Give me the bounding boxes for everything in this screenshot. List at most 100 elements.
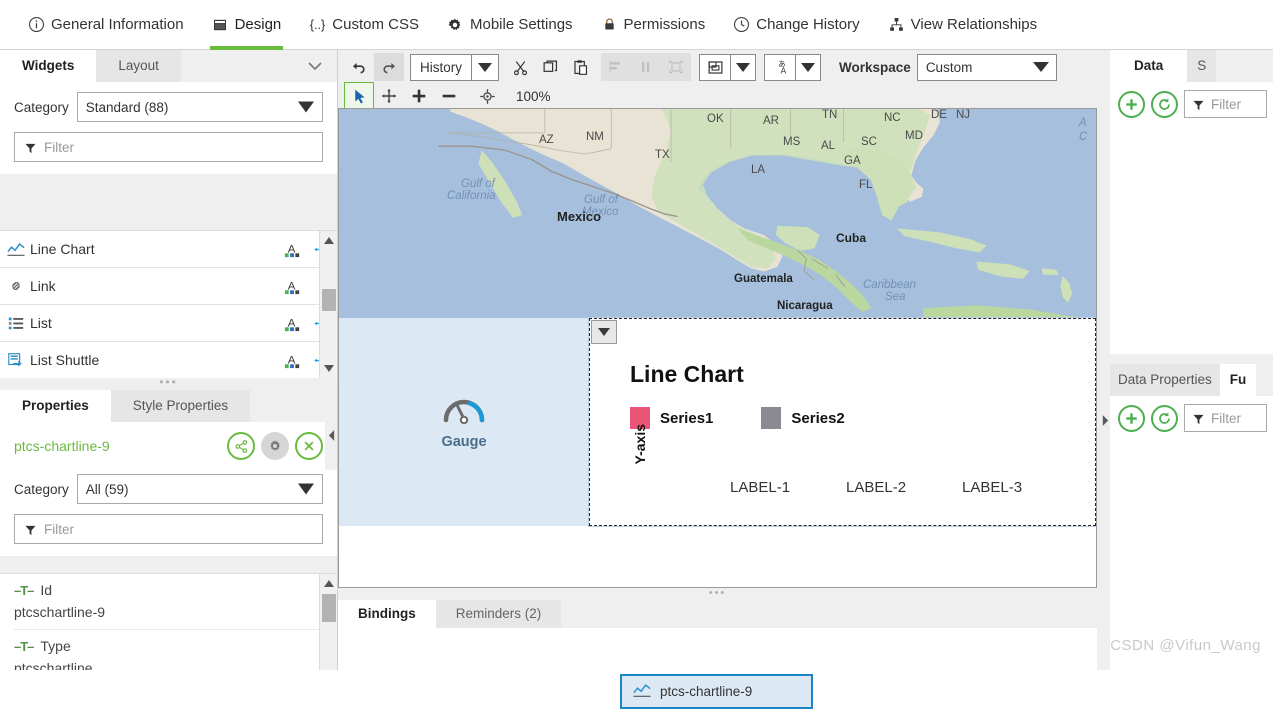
tab-bindings[interactable]: Bindings bbox=[338, 600, 436, 628]
property-key: Id bbox=[40, 582, 52, 598]
property-key-row: –T– Type bbox=[14, 638, 323, 654]
property-value[interactable]: ptcschartline-9 bbox=[14, 598, 323, 630]
history-label: History bbox=[411, 55, 471, 80]
legend-label-series1: Series1 bbox=[660, 410, 713, 427]
binding-chip-ptcs-chartline[interactable]: ptcs-chartline-9 bbox=[620, 674, 813, 709]
nav-tab-view-relationships[interactable]: View Relationships bbox=[874, 0, 1051, 50]
gauge-widget[interactable]: Gauge bbox=[339, 318, 589, 526]
widget-category-label: Category bbox=[14, 100, 69, 115]
scroll-up-icon[interactable] bbox=[323, 578, 335, 590]
workspace-select[interactable]: Custom bbox=[917, 54, 1057, 81]
design-canvas[interactable]: AZ NM OK AR TN NC DE NJ MD MS AL SC TX G… bbox=[338, 108, 1097, 588]
data-filter-input[interactable]: Filter bbox=[1184, 90, 1267, 118]
widget-list-scrollbar[interactable] bbox=[319, 231, 337, 378]
tab-reminders[interactable]: Reminders (2) bbox=[436, 600, 562, 628]
property-filter-input[interactable]: Filter bbox=[14, 514, 323, 544]
nav-tab-change-history[interactable]: Change History bbox=[719, 0, 873, 50]
refresh-property-button[interactable] bbox=[1151, 405, 1178, 432]
add-data-button[interactable] bbox=[1118, 91, 1145, 118]
zoom-out-button[interactable] bbox=[434, 82, 464, 110]
cut-button[interactable] bbox=[505, 53, 535, 81]
pan-tool-button[interactable] bbox=[374, 82, 404, 110]
tab-properties[interactable]: Properties bbox=[0, 390, 111, 422]
language-button[interactable]: あA bbox=[764, 54, 821, 81]
chevron-down-icon[interactable] bbox=[730, 55, 755, 80]
tab-data[interactable]: Data bbox=[1110, 50, 1187, 82]
bindings-canvas[interactable]: ptcs-chartline-9 bbox=[338, 628, 1097, 720]
chart-widget-dropdown-button[interactable] bbox=[591, 320, 617, 344]
property-category-value: All (59) bbox=[86, 482, 129, 497]
select-tool-button[interactable] bbox=[344, 82, 374, 110]
data-list-area[interactable] bbox=[1110, 126, 1273, 354]
scroll-up-icon[interactable] bbox=[323, 235, 335, 247]
widget-item-link[interactable]: Link A bbox=[0, 268, 337, 305]
tab-services[interactable]: S bbox=[1187, 50, 1216, 82]
properties-filter-area: Category All (59) Filter bbox=[0, 460, 337, 556]
tab-functions[interactable]: Fu bbox=[1220, 364, 1257, 396]
bindings-tabstrip: Bindings Reminders (2) bbox=[338, 600, 1097, 628]
nav-tab-permissions[interactable]: Permissions bbox=[587, 0, 720, 50]
undo-icon[interactable] bbox=[344, 53, 374, 81]
widget-item-list-shuttle[interactable]: List Shuttle A bbox=[0, 342, 337, 378]
nav-tab-general-information[interactable]: General Information bbox=[0, 0, 198, 50]
widget-filter-input[interactable]: Filter bbox=[14, 132, 323, 162]
scroll-down-icon[interactable] bbox=[323, 362, 335, 374]
align-button bbox=[601, 53, 631, 81]
tab-widgets[interactable]: Widgets bbox=[0, 50, 96, 82]
copy-button[interactable] bbox=[535, 53, 565, 81]
nav-tab-design[interactable]: Design bbox=[198, 0, 296, 50]
settings-button[interactable] bbox=[261, 432, 289, 460]
panel-collapse-handle[interactable] bbox=[325, 400, 337, 470]
nav-tab-custom-css[interactable]: {..} Custom CSS bbox=[295, 0, 433, 50]
zoom-in-button[interactable] bbox=[404, 82, 434, 110]
paste-button[interactable] bbox=[565, 53, 595, 81]
scrollbar-thumb[interactable] bbox=[322, 289, 336, 311]
chevron-down-icon[interactable] bbox=[305, 56, 325, 76]
refresh-data-button[interactable] bbox=[1151, 91, 1178, 118]
scrollbar-thumb[interactable] bbox=[322, 594, 336, 622]
data-panel-body: Filter bbox=[1110, 82, 1273, 126]
redo-icon[interactable] bbox=[374, 53, 404, 81]
recenter-button[interactable] bbox=[472, 82, 502, 110]
property-filter-input[interactable]: Filter bbox=[1184, 404, 1267, 432]
widget-item-line-chart[interactable]: Line Chart A bbox=[0, 231, 337, 268]
delete-button[interactable] bbox=[295, 432, 323, 460]
map-widget[interactable]: AZ NM OK AR TN NC DE NJ MD MS AL SC TX G… bbox=[339, 109, 1096, 318]
legend-label-series2: Series2 bbox=[791, 410, 844, 427]
widget-item-label: Link bbox=[30, 278, 279, 294]
link-icon bbox=[2, 277, 30, 295]
list-shuttle-icon bbox=[2, 351, 30, 369]
property-row-id: –T– Id ptcschartline-9 bbox=[0, 574, 337, 630]
chart-x-tick: LABEL-2 bbox=[846, 479, 906, 496]
property-category-select[interactable]: All (59) bbox=[77, 474, 323, 504]
chevron-down-icon[interactable] bbox=[795, 55, 820, 80]
data-tabstrip: Data S bbox=[1100, 50, 1273, 82]
tab-style-properties[interactable]: Style Properties bbox=[111, 390, 250, 422]
line-chart-widget[interactable]: Line Chart Series1 Series2 Y-axis LABEL-… bbox=[589, 318, 1096, 526]
property-value[interactable]: ptcschartline bbox=[14, 654, 323, 670]
nav-tab-label: Design bbox=[235, 16, 282, 33]
chevron-down-icon[interactable] bbox=[471, 55, 498, 80]
chart-x-tick: LABEL-3 bbox=[962, 479, 1022, 496]
history-dropdown[interactable]: History bbox=[410, 54, 499, 81]
property-row-type: –T– Type ptcschartline bbox=[0, 630, 337, 670]
tab-data-properties[interactable]: Data Properties bbox=[1110, 364, 1220, 396]
svg-text:{..}: {..} bbox=[310, 17, 326, 32]
widget-category-select[interactable]: Standard (88) bbox=[77, 92, 323, 122]
nav-tab-mobile-settings[interactable]: Mobile Settings bbox=[433, 0, 587, 50]
right-panel-expand-handle[interactable] bbox=[1100, 380, 1110, 460]
filter-icon bbox=[25, 142, 36, 153]
filter-icon bbox=[1193, 99, 1204, 110]
tab-layout[interactable]: Layout bbox=[96, 50, 181, 82]
property-list-scrollbar[interactable] bbox=[319, 574, 337, 670]
layout-icon bbox=[212, 16, 229, 33]
bindings-resize-handle[interactable]: ••• bbox=[338, 590, 1097, 600]
chart-x-tick: LABEL-1 bbox=[730, 479, 790, 496]
layout-split-button[interactable] bbox=[699, 54, 756, 81]
widget-item-list[interactable]: List A bbox=[0, 305, 337, 342]
add-property-button[interactable] bbox=[1118, 405, 1145, 432]
data-properties-list[interactable] bbox=[1110, 440, 1273, 670]
align-tools-group bbox=[601, 53, 691, 81]
panel-resize-handle[interactable]: ••• bbox=[0, 378, 337, 390]
share-button[interactable] bbox=[227, 432, 255, 460]
